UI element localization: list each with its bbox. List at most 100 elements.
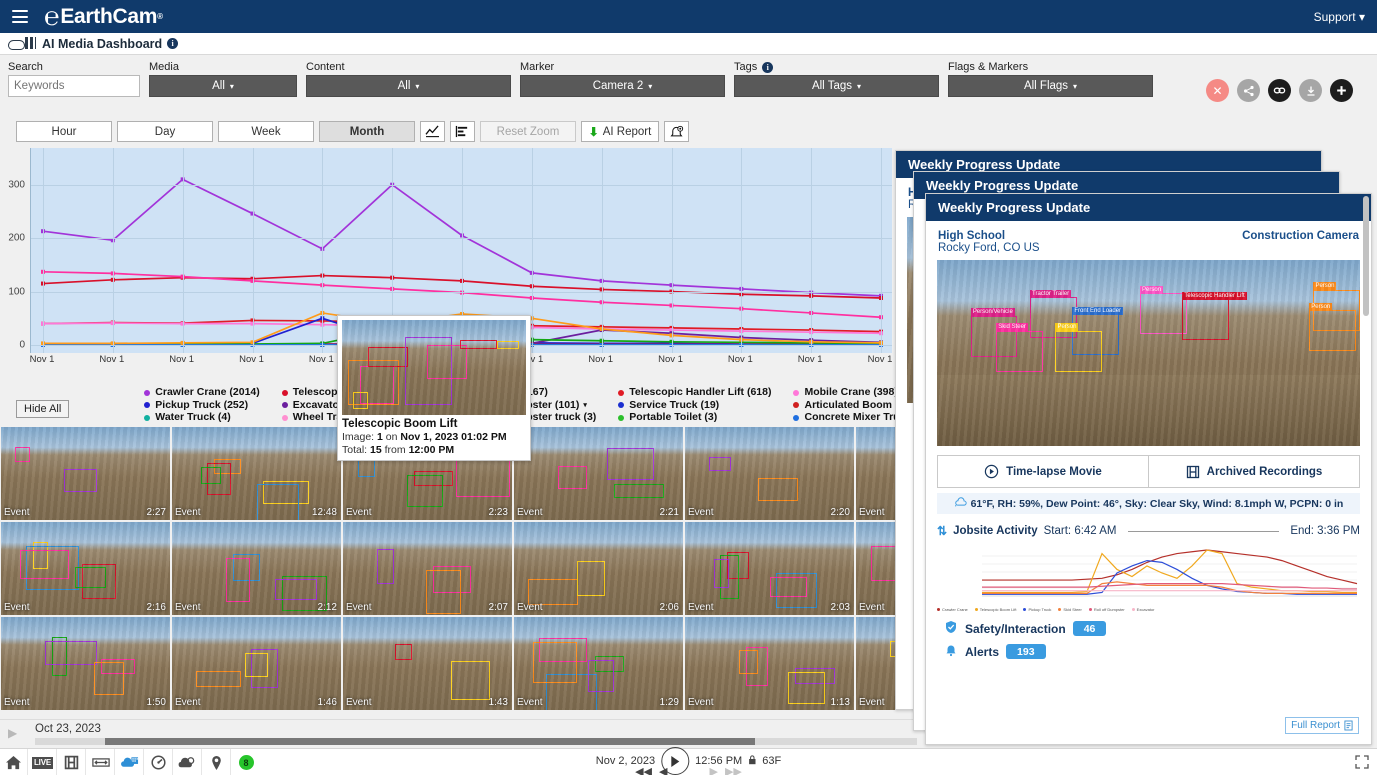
event-thumbnail[interactable]: Event 2:03 [685,521,854,615]
card-hero-image[interactable]: Tractor Trailer Person Telescopic Handler … [937,260,1360,446]
scrubber-thumb[interactable] [105,738,755,745]
legend-label: Telescopic Handler Lift (618) [629,386,772,398]
flags-select[interactable]: All Flags ▾ [948,75,1153,97]
timeline-scrubber[interactable]: ▶ Oct 23, 2023 [0,719,927,748]
timelapse-movie-button[interactable]: Time-lapse Movie [938,456,1149,487]
event-thumbnail[interactable]: Event 1:13 [685,616,854,710]
legend-color-dot [281,389,288,396]
flags-filter-group: Flags & Markers All Flags ▾ [948,61,1153,97]
line-chart-icon[interactable] [420,121,445,142]
event-thumbnail[interactable]: Event 1:46 [172,616,341,710]
thumbnail-time: 2:27 [146,506,166,518]
detection-label: Person/Vehicle [970,308,1015,317]
detection-box [996,330,1043,372]
legend-item[interactable]: Water Truck (4) [144,412,259,424]
weather-text: 61°F, RH: 59%, Dew Point: 46°, Sky: Clea… [970,498,1344,510]
weather-icon[interactable] [174,749,202,775]
safety-interaction-row[interactable]: Safety/Interaction 46 [944,620,1371,637]
ai-cloud-icon[interactable] [116,749,144,775]
chart-x-tick: Nov 1 [797,354,823,365]
alerts-row[interactable]: Alerts 193 [944,643,1371,660]
panel-scrollbar[interactable] [1363,196,1369,736]
archived-recordings-button[interactable]: Archived Recordings [1149,456,1359,487]
tooltip-total-count: 15 [370,444,382,456]
event-thumbnail[interactable]: Event 2:21 [514,426,683,520]
add-button[interactable] [1330,79,1353,102]
hide-all-button[interactable]: Hide All [16,400,70,418]
content-select[interactable]: All ▾ [306,75,511,97]
fast-forward-button[interactable]: ▶▶ [725,765,742,775]
media-player-controls: Nov 2, 2023 12:56 PM 63F ◀◀ ◀ ▶ ▶▶ [596,747,781,775]
chevron-down-icon[interactable]: ▾ [583,400,587,412]
detection-box [1030,297,1077,339]
count-badge-icon[interactable]: 8 [232,749,260,775]
ai-media-cloud-icon [8,36,36,52]
thumbnail-time: 2:23 [488,506,508,518]
mini-legend-item: Crawler Crane [937,605,968,614]
event-thumbnail[interactable]: Event 2:06 [514,521,683,615]
close-button[interactable]: ✕ [1206,79,1229,102]
reset-zoom-button[interactable]: Reset Zoom [480,121,576,142]
event-thumbnail[interactable]: Event 1:43 [343,616,512,710]
detection-label: Person [1055,323,1079,332]
scrubber-track[interactable] [35,738,917,745]
live-badge-icon[interactable]: LIVE [29,749,57,775]
event-thumbnail[interactable]: Event 2:27 [1,426,170,520]
thumbnail-caption: Event [517,696,543,708]
search-filter-group: Search [8,61,140,97]
legend-item[interactable]: Crawler Crane (2014) [144,386,260,399]
camera-label: Construction Camera [1242,230,1359,242]
legend-item[interactable]: Service Truck (19) [618,399,771,412]
legend-item[interactable]: Portable Toilet (3) [618,412,771,424]
film-strip-icon[interactable] [58,749,86,775]
share-button[interactable] [1237,79,1260,102]
rewind-button[interactable]: ◀◀ [635,765,652,775]
download-button[interactable] [1299,79,1322,102]
gauge-icon[interactable] [145,749,173,775]
event-thumbnail[interactable]: Event 2:16 [1,521,170,615]
event-thumbnail[interactable]: Event 2:20 [685,426,854,520]
full-report-button[interactable]: Full Report [1285,717,1359,734]
link-button[interactable] [1268,79,1291,102]
location-pin-icon[interactable] [203,749,231,775]
earthcam-logo[interactable]: ℮ EarthCam ® [44,2,163,32]
home-icon[interactable] [0,749,28,775]
period-month-button[interactable]: Month [319,121,415,142]
search-input[interactable] [8,75,140,97]
tags-select[interactable]: All Tags ▾ [734,75,939,97]
legend-item[interactable]: Telescopic Handler Lift (618) [618,386,772,399]
document-icon [1344,720,1353,731]
event-thumbnail[interactable]: Event 1:50 [1,616,170,710]
next-button[interactable]: ▶ [709,765,717,775]
thumbnail-time: 12:48 [311,506,337,518]
weekly-progress-card-front[interactable]: Weekly Progress Update High School Rocky… [925,193,1372,745]
top-navigation-bar: ℮ EarthCam ® Support ▾ [0,0,1377,33]
chart-x-tick: Nov 1 [169,354,195,365]
info-icon[interactable]: i [167,38,179,49]
tags-label-text: Tags [734,61,758,73]
event-thumbnail[interactable]: Event 2:12 [172,521,341,615]
event-thumbnail[interactable]: Event 12:48 [172,426,341,520]
period-day-button[interactable]: Day [117,121,213,142]
fullscreen-button[interactable] [1355,755,1369,772]
brand-trademark: ® [157,12,163,21]
timeline-icon[interactable] [87,749,115,775]
alert-settings-icon[interactable] [664,121,689,142]
ai-report-button[interactable]: ⬇ AI Report [581,121,659,142]
legend-item[interactable]: Pickup Truck (252) [144,399,259,412]
bar-chart-icon[interactable] [450,121,475,142]
event-thumbnail[interactable]: Event 1:29 [514,616,683,710]
support-menu[interactable]: Support ▾ [1314,10,1365,24]
period-week-button[interactable]: Week [218,121,314,142]
scrubber-play-icon[interactable]: ▶ [8,726,17,740]
chart-gridline [31,291,892,293]
marker-select[interactable]: Camera 2 ▾ [520,75,725,97]
media-select[interactable]: All ▾ [149,75,297,97]
previous-button[interactable]: ◀ [659,765,667,775]
info-icon[interactable]: i [762,62,774,73]
detection-box [1182,299,1229,340]
thumbnail-time: 1:46 [317,696,337,708]
hamburger-menu-icon[interactable] [12,10,28,23]
period-hour-button[interactable]: Hour [16,121,112,142]
event-thumbnail[interactable]: Event 2:07 [343,521,512,615]
